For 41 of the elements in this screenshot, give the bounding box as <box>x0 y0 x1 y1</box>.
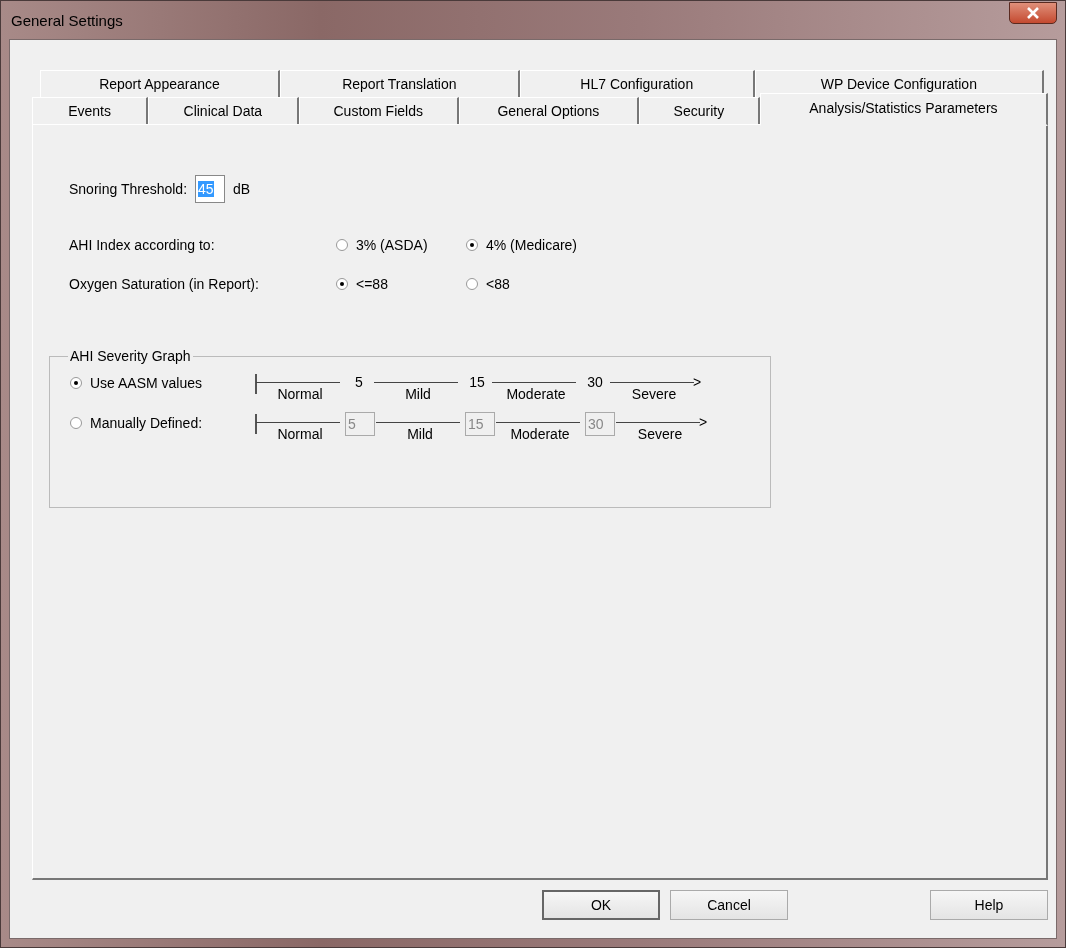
category-label: Moderate <box>510 426 570 442</box>
category-label: Normal <box>277 426 323 442</box>
tab[interactable]: General Options <box>458 97 639 124</box>
option-label: Oxygen Saturation (in Report): <box>69 275 260 292</box>
option-label: AHI Index according to: <box>69 236 216 253</box>
tab[interactable]: Clinical Data <box>148 97 299 124</box>
dialog-button[interactable]: OK <box>542 890 660 920</box>
category-label: Mild <box>407 426 433 442</box>
threshold-value: 15 <box>468 373 486 392</box>
tab[interactable]: Analysis/Statistics Parameters <box>759 93 1048 126</box>
scale-start-tick <box>255 374 257 394</box>
tab[interactable]: Report Translation <box>279 70 520 97</box>
category-label: Severe <box>637 426 683 442</box>
tab[interactable]: Events <box>32 97 149 124</box>
radio-option[interactable]: 4% (Medicare) <box>466 236 596 253</box>
category-label: Mild <box>405 386 431 402</box>
category-label: Moderate <box>506 386 566 402</box>
radio-option[interactable]: Manually Defined: <box>70 412 255 434</box>
threshold-value: 5 <box>354 373 364 392</box>
radio-option[interactable]: <88 <box>466 275 596 292</box>
window-title: General Settings <box>10 11 123 29</box>
category-label: Normal <box>277 386 323 402</box>
category-label: Severe <box>631 386 677 402</box>
unit-label: dB <box>233 181 251 197</box>
dialog-button[interactable]: Help <box>930 890 1048 920</box>
tab[interactable]: Custom Fields <box>298 97 459 124</box>
threshold-value: 30 <box>586 373 604 392</box>
tab[interactable]: HL7 Configuration <box>519 70 755 97</box>
arrow-head: > <box>693 373 702 392</box>
radio-option[interactable]: <=88 <box>336 275 466 292</box>
arrow-head: > <box>699 413 708 432</box>
dialog-button[interactable]: Cancel <box>670 890 788 920</box>
tab[interactable]: Report Appearance <box>40 70 280 97</box>
tab[interactable]: Security <box>638 97 760 124</box>
group-title: AHI Severity Graph <box>69 348 192 364</box>
radio-option[interactable]: 3% (ASDA) <box>336 236 466 253</box>
close-icon <box>1025 7 1041 19</box>
close-button[interactable] <box>1009 2 1057 24</box>
field-label: Snoring Threshold: <box>69 181 188 197</box>
radio-option[interactable]: Use AASM values <box>70 372 255 394</box>
scale-start-tick <box>255 414 257 434</box>
